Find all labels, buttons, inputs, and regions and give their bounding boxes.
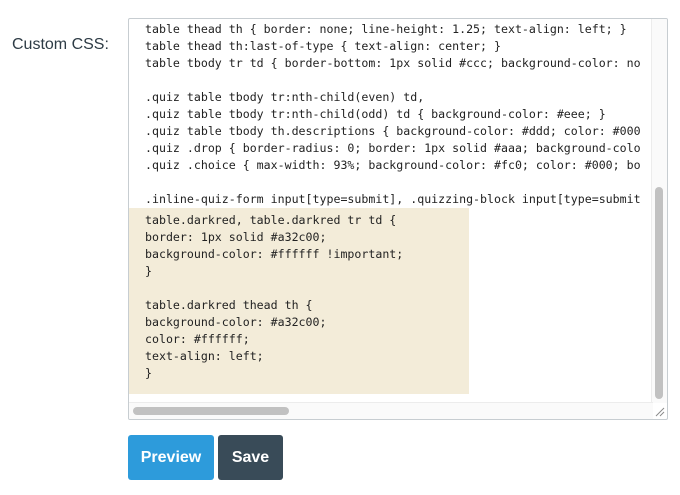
code-line: background-color: #ffffff !important; [145, 247, 404, 261]
horizontal-scrollbar[interactable] [129, 402, 653, 419]
save-button[interactable]: Save [218, 435, 283, 480]
custom-css-label: Custom CSS: [12, 36, 109, 53]
code-highlighted-block: table.darkred, table.darkred tr td { bor… [129, 208, 469, 394]
css-editor-textarea[interactable]: table thead th { border: none; line-heig… [128, 18, 668, 420]
code-line: background-color: #a32c00; [145, 315, 327, 329]
preview-button[interactable]: Preview [128, 435, 214, 480]
code-line: color: #ffffff; [145, 332, 250, 346]
code-line: .quiz table tbody tr:nth-child(odd) td {… [145, 107, 606, 121]
code-line: table thead th:last-of-type { text-align… [145, 39, 501, 53]
code-line: .quiz table tbody th.descriptions { back… [145, 124, 641, 138]
code-line: border: 1px solid #a32c00; [145, 230, 327, 244]
vertical-scrollbar-thumb[interactable] [655, 187, 663, 399]
code-line: table.darkred thead th { [145, 298, 313, 312]
code-line: table.darkred, table.darkred tr td { [145, 213, 397, 227]
code-line: .inline-quiz-form input[type=submit], .q… [145, 192, 641, 206]
code-line: table tbody tr td { border-bottom: 1px s… [145, 56, 641, 70]
horizontal-scrollbar-thumb[interactable] [133, 407, 289, 415]
code-plain-block: table thead th { border: none; line-heig… [129, 21, 653, 208]
code-line: .quiz .choice { max-width: 93%; backgrou… [145, 158, 641, 172]
code-line: text-align: left; [145, 349, 264, 363]
resize-grip-icon[interactable] [654, 406, 665, 417]
code-line: .quiz .drop { border-radius: 0; border: … [145, 141, 641, 155]
code-line: .quiz table tbody tr:nth-child(even) td, [145, 90, 425, 104]
code-line: } [145, 366, 152, 380]
code-line: } [145, 264, 152, 278]
code-content[interactable]: table thead th { border: none; line-heig… [129, 19, 653, 403]
vertical-scrollbar[interactable] [651, 19, 667, 403]
code-line: table thead th { border: none; line-heig… [145, 22, 627, 36]
